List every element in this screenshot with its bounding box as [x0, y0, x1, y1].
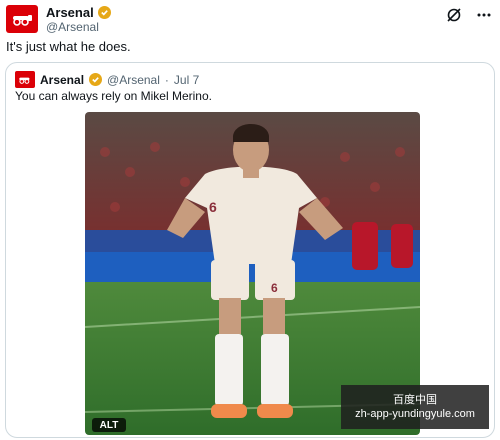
- separator-dot: ·: [164, 72, 169, 87]
- watermark-line1: 百度中国: [393, 394, 437, 406]
- watermark-overlay: 百度中国 zh-app-yundingyule.com: [341, 385, 489, 429]
- author-handle[interactable]: @Arsenal: [46, 20, 111, 34]
- quoted-post-card[interactable]: Arsenal @Arsenal · Jul 7 You can always …: [5, 62, 495, 438]
- author-block: Arsenal @Arsenal: [46, 5, 111, 34]
- verified-badge-icon[interactable]: [97, 6, 111, 19]
- post-header: Arsenal @Arsenal: [6, 5, 494, 35]
- verified-badge-icon[interactable]: [89, 73, 103, 86]
- watermark-line2: zh-app-yundingyule.com: [355, 408, 475, 420]
- grok-icon[interactable]: [446, 7, 462, 23]
- arsenal-avatar[interactable]: [6, 5, 38, 33]
- header-actions: [446, 7, 492, 23]
- quote-handle[interactable]: @Arsenal: [107, 73, 160, 87]
- quote-text: You can always rely on Mikel Merino.: [15, 89, 212, 103]
- arsenal-cannon-icon: [13, 15, 32, 26]
- alt-text-badge[interactable]: ALT: [92, 418, 126, 432]
- jersey-number: 6: [209, 199, 217, 215]
- author-name-row: Arsenal: [46, 5, 111, 20]
- quote-header: Arsenal @Arsenal · Jul 7: [15, 71, 199, 88]
- more-icon[interactable]: [476, 7, 492, 23]
- arsenal-cannon-icon: [19, 77, 30, 84]
- quote-date[interactable]: Jul 7: [174, 73, 199, 87]
- display-name[interactable]: Arsenal: [46, 5, 94, 20]
- post-text: It's just what he does.: [6, 39, 131, 54]
- quote-display-name[interactable]: Arsenal: [40, 73, 84, 87]
- shorts-number: 6: [271, 281, 278, 295]
- quote-avatar[interactable]: [15, 71, 35, 88]
